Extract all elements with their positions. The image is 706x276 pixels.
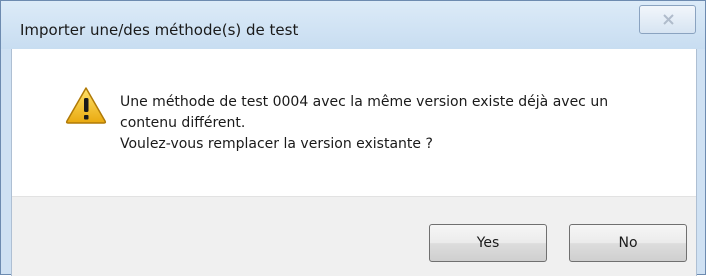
- yes-button[interactable]: Yes: [429, 224, 547, 262]
- dialog-body: Une méthode de test 0004 avec la même ve…: [11, 49, 697, 276]
- title-bar[interactable]: Importer une/des méthode(s) de test: [1, 1, 705, 49]
- close-button[interactable]: [639, 5, 696, 34]
- no-button[interactable]: No: [569, 224, 687, 262]
- dialog-title: Importer une/des méthode(s) de test: [20, 21, 299, 39]
- button-layer: Yes No: [12, 49, 696, 276]
- import-dialog: Importer une/des méthode(s) de test Une …: [0, 0, 706, 276]
- close-icon: [663, 14, 674, 25]
